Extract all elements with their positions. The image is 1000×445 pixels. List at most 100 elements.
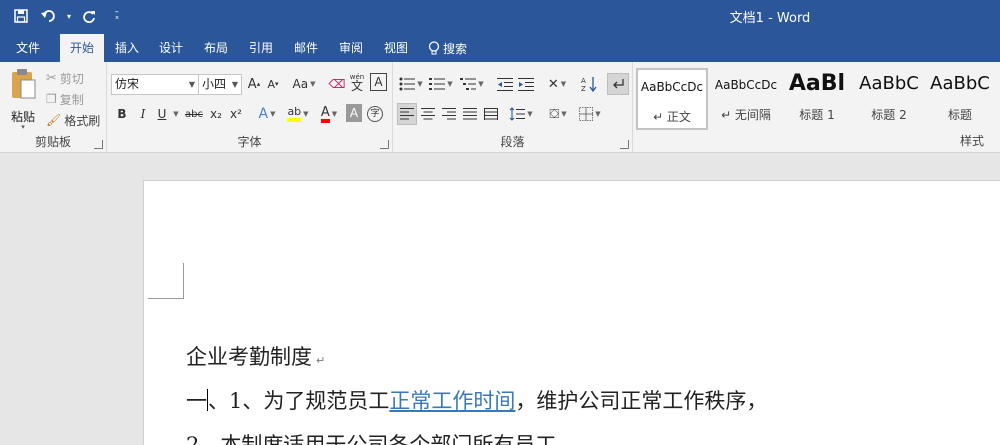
tab-home[interactable]: 开始: [60, 34, 104, 62]
grow-font-label: A: [247, 76, 257, 92]
tab-references[interactable]: 引用: [239, 34, 283, 62]
style-heading-1[interactable]: AaBl 标题 1: [782, 68, 852, 130]
style-normal[interactable]: AaBbCcDc ↵ 正文: [636, 68, 708, 130]
tab-view[interactable]: 视图: [374, 34, 418, 62]
underline-label: U: [157, 107, 167, 121]
style-title[interactable]: AaBbC 标题: [925, 68, 995, 130]
character-border-label: A: [374, 75, 383, 89]
sort-icon[interactable]: AZ: [579, 73, 599, 95]
decrease-indent-icon[interactable]: [495, 73, 515, 95]
superscript-button[interactable]: x²: [227, 103, 245, 125]
change-case-label: Aa: [292, 77, 309, 91]
paint-bucket-icon: ⛋: [549, 106, 560, 122]
document-heading: 企业考勤制度: [186, 345, 312, 369]
cut-button[interactable]: ✂ 剪切: [46, 68, 84, 88]
highlight-button[interactable]: ab ▼: [283, 103, 313, 125]
tab-design[interactable]: 设计: [149, 34, 193, 62]
strikethrough-label: abc: [185, 108, 203, 120]
chevron-down-icon: ▼: [270, 110, 276, 118]
document-area[interactable]: 企业考勤制度 ↵ 一、1、为了规范员工正常工作时间，维护公司正常工作秩序， 2、本…: [0, 153, 1000, 445]
chevron-down-icon: ▼: [231, 80, 238, 89]
align-center-icon[interactable]: [418, 103, 438, 125]
subscript-label: x₂: [210, 107, 222, 121]
style-heading-2[interactable]: AaBbC 标题 2: [854, 68, 924, 130]
change-case-button[interactable]: Aa ▼: [289, 73, 319, 95]
align-left-icon[interactable]: [397, 103, 417, 125]
subscript-button[interactable]: x₂: [207, 103, 225, 125]
italic-label: I: [140, 107, 146, 121]
clear-formatting-icon[interactable]: ⌫: [327, 73, 347, 95]
justify-icon[interactable]: [460, 103, 480, 125]
tab-file[interactable]: 文件: [6, 34, 50, 62]
font-color-button[interactable]: A ▼: [314, 103, 344, 125]
chevron-down-icon: ▼: [303, 110, 309, 118]
clipboard-group: 粘贴 ▾ ✂ 剪切 ❐ 复制 🖌 格式刷 剪贴板: [0, 62, 107, 153]
paragraph-group: ▼ ▼ ▼ ✕ ▼ AZ ▼ ⛋ ▼ ▼ 段落: [393, 62, 633, 153]
borders-button[interactable]: ▼: [575, 103, 605, 125]
text-effects-icon: A: [258, 106, 269, 122]
multilevel-list-icon: [460, 78, 477, 90]
style-sample: AaBbC: [930, 73, 990, 94]
font-size-select[interactable]: 小四 ▼: [198, 74, 242, 95]
chevron-down-icon: ▼: [310, 80, 316, 88]
format-painter-button[interactable]: 🖌 格式刷: [46, 110, 100, 130]
numbering-button[interactable]: ▼: [427, 73, 455, 95]
shading-button[interactable]: ⛋ ▼: [543, 103, 573, 125]
document-line-1[interactable]: 企业考勤制度 ↵: [186, 341, 325, 371]
increase-indent-icon[interactable]: [516, 73, 536, 95]
shrink-font-label: A: [267, 77, 275, 91]
italic-button[interactable]: I: [134, 103, 152, 125]
underline-button[interactable]: U: [154, 103, 170, 125]
hyperlink-text[interactable]: 正常工作时间: [389, 389, 515, 413]
character-border-button[interactable]: A: [370, 73, 387, 91]
style-sample: AaBbC: [859, 73, 919, 94]
document-line-3[interactable]: 2、本制度适用于公司各个部门所有员工。↵: [186, 429, 591, 445]
chinese-layout-button[interactable]: ✕ ▼: [543, 73, 571, 95]
highlighter-icon: ab: [287, 106, 302, 122]
tab-mailings[interactable]: 邮件: [284, 34, 328, 62]
document-line-2[interactable]: 一、1、为了规范员工正常工作时间，维护公司正常工作秩序，: [186, 385, 767, 415]
character-shading-button[interactable]: A: [346, 104, 362, 122]
phonetic-char: 文: [350, 79, 363, 93]
font-group-label: 字体: [237, 135, 262, 149]
phonetic-guide-button[interactable]: wén 文: [348, 71, 366, 93]
clipboard-dialog-launcher-icon[interactable]: [94, 140, 103, 149]
font-dialog-launcher-icon[interactable]: [380, 140, 389, 149]
text-run: 、1、为了规范员工: [208, 389, 390, 413]
cut-label: 剪切: [59, 71, 84, 86]
copy-button[interactable]: ❐ 复制: [46, 89, 84, 109]
styles-gallery: AaBbCcDc ↵ 正文 AaBbCcDc ↵ 无间隔 AaBl 标题 1 A…: [636, 68, 1000, 130]
tab-insert[interactable]: 插入: [105, 34, 149, 62]
tab-layout[interactable]: 布局: [194, 34, 238, 62]
bold-button[interactable]: B: [113, 103, 131, 125]
tab-review[interactable]: 审阅: [329, 34, 373, 62]
grow-font-button[interactable]: A ▴: [245, 73, 263, 95]
enclose-characters-icon: 字: [367, 106, 383, 122]
strikethrough-button[interactable]: abc: [183, 103, 205, 125]
paragraph-dialog-launcher-icon[interactable]: [620, 140, 629, 149]
line-spacing-button[interactable]: ▼: [506, 103, 536, 125]
style-name: 标题 2: [871, 108, 907, 122]
font-family-select[interactable]: 仿宋 ▼: [111, 74, 199, 95]
style-name: 标题: [947, 108, 972, 122]
style-sample: AaBl: [788, 71, 846, 96]
tell-me-search[interactable]: 搜索: [428, 34, 467, 62]
align-right-icon[interactable]: [439, 103, 459, 125]
underline-dropdown-icon[interactable]: ▼: [170, 103, 180, 125]
style-no-spacing[interactable]: AaBbCcDc ↵ 无间隔: [711, 68, 781, 130]
ribbon: 粘贴 ▾ ✂ 剪切 ❐ 复制 🖌 格式刷 剪贴板 仿宋 ▼ 小四 ▼ A ▴ A ▾ A…: [0, 62, 1000, 153]
line-spacing-icon: [509, 107, 526, 121]
style-name: ↵ 无间隔: [721, 108, 771, 122]
styles-group-label: 样式: [960, 134, 985, 148]
paste-dropdown-icon[interactable]: ▾: [6, 123, 40, 131]
bullets-button[interactable]: ▼: [397, 73, 425, 95]
character-shading-label: A: [349, 106, 359, 120]
paste-button[interactable]: 粘贴 ▾: [6, 68, 40, 134]
distributed-icon[interactable]: [481, 103, 501, 125]
style-sample: AaBbCcDc: [640, 80, 704, 94]
show-formatting-marks-icon[interactable]: [607, 73, 629, 95]
text-effects-button[interactable]: A ▼: [253, 103, 281, 125]
enclose-characters-button[interactable]: 字: [366, 103, 384, 125]
shrink-font-button[interactable]: A ▾: [264, 73, 282, 95]
multilevel-list-button[interactable]: ▼: [458, 73, 486, 95]
